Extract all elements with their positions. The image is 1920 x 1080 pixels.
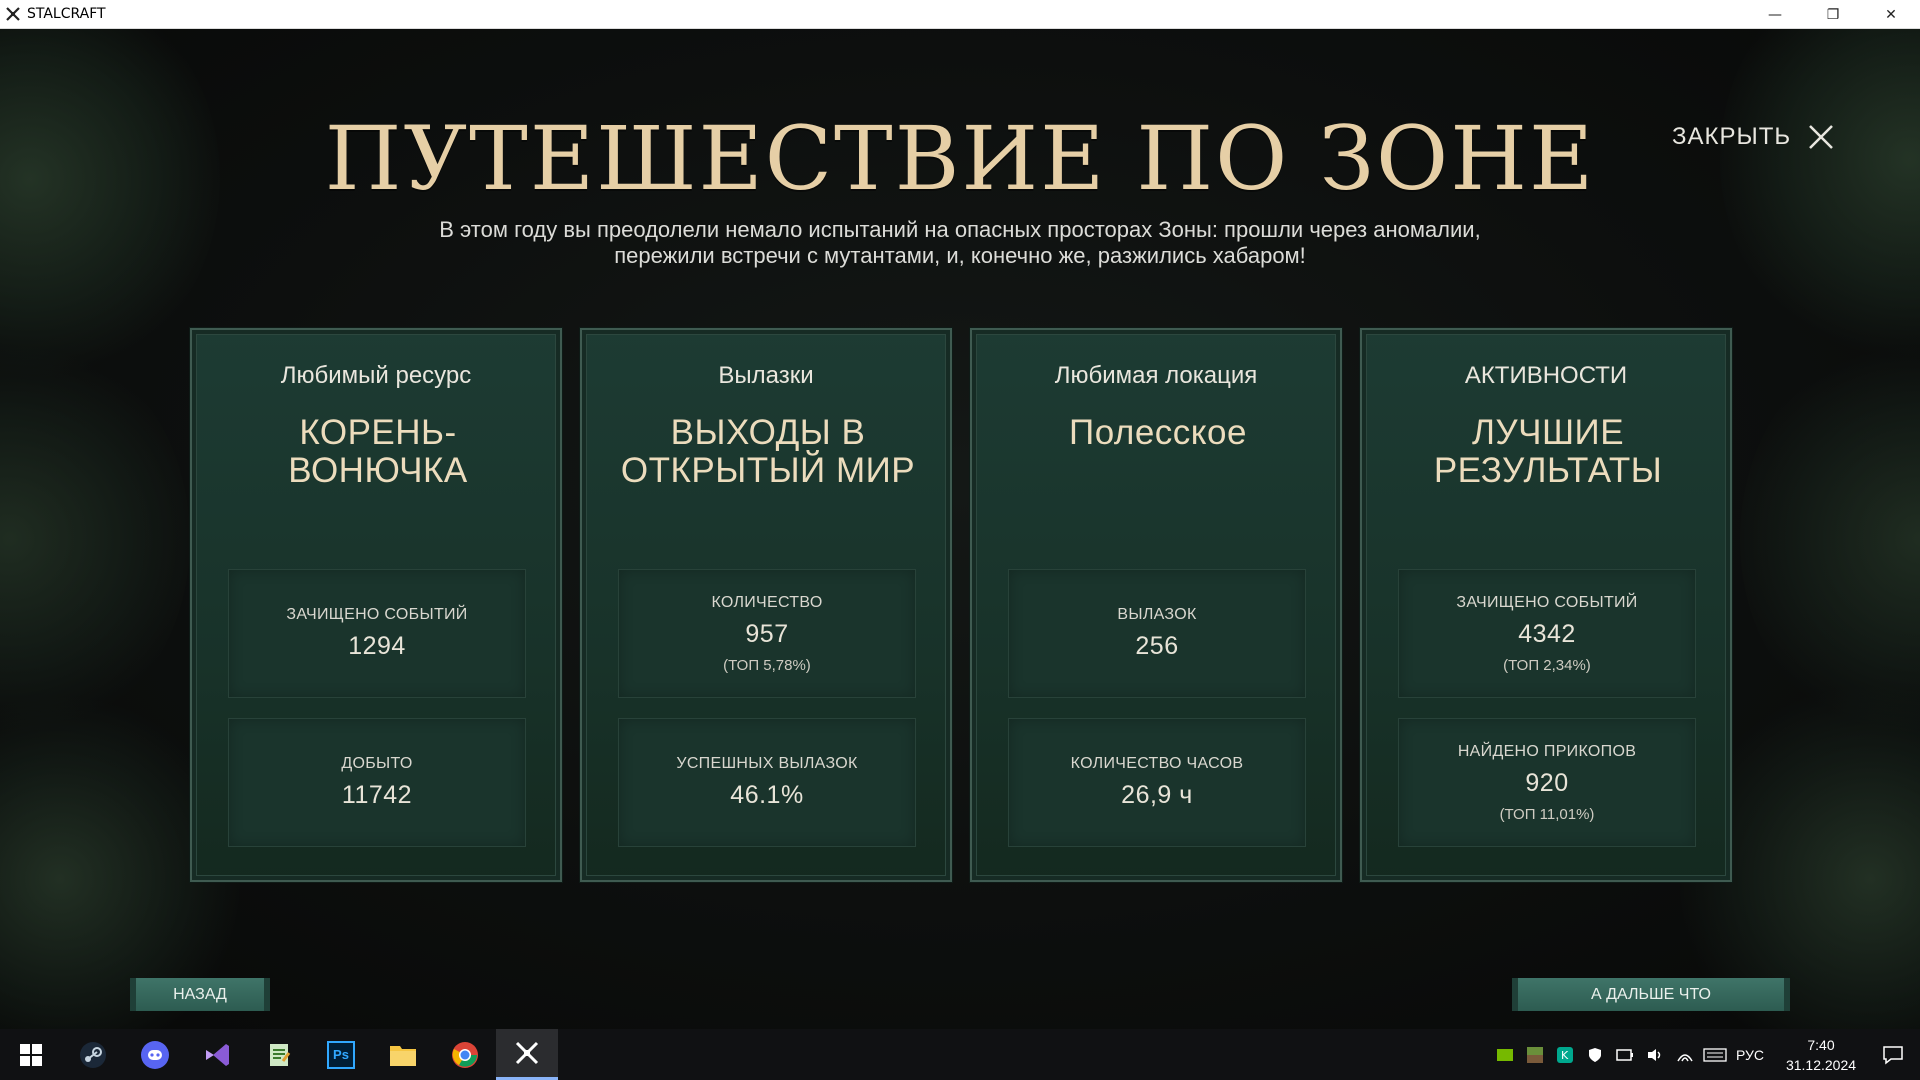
stat-rank: (ТОП 11,01%): [1499, 805, 1595, 823]
subtitle-line: В этом году вы преодолели немало испытан…: [439, 217, 1481, 242]
system-tray: K РУС 7:40 31.12.2024: [1490, 1029, 1920, 1080]
back-button[interactable]: НАЗАД: [130, 978, 270, 1011]
clock-time: 7:40: [1807, 1036, 1835, 1053]
stat-value: 1294: [348, 632, 406, 660]
stat-box: ВЫЛАЗОК 256: [1008, 569, 1306, 698]
steam-icon[interactable]: [62, 1029, 124, 1080]
card-headline: ВЫХОДЫ В ОТКРЫТЫЙ МИР: [620, 413, 916, 490]
stat-rank: (ТОП 2,34%): [1503, 656, 1591, 674]
stat-box: ДОБЫТО 11742: [228, 718, 526, 847]
stat-rank: (ТОП 5,78%): [723, 656, 811, 674]
pine-branch-decoration: [0, 329, 190, 749]
stalcraft-taskbar-icon[interactable]: [496, 1029, 558, 1080]
stat-title: НАЙДЕНО ПРИКОПОВ: [1457, 742, 1637, 760]
stat-title: ЗАЧИЩЕНО СОБЫТИЙ: [1456, 593, 1638, 611]
security-shield-icon[interactable]: [1580, 1029, 1610, 1080]
minecraft-icon[interactable]: [1520, 1029, 1550, 1080]
game-screen: ПУТЕШЕСТВИЕ ПО ЗОНЕ В этом году вы преод…: [0, 29, 1920, 1029]
stat-box: КОЛИЧЕСТВО ЧАСОВ 26,9 ч: [1008, 718, 1306, 847]
card-raids: Вылазки ВЫХОДЫ В ОТКРЫТЫЙ МИР КОЛИЧЕСТВО…: [579, 327, 953, 883]
language-indicator[interactable]: РУС: [1736, 1047, 1764, 1063]
stat-box: ЗАЧИЩЕНО СОБЫТИЙ 4342 (ТОП 2,34%): [1398, 569, 1696, 698]
stat-value: 11742: [341, 781, 413, 809]
card-headline: Полесское: [1069, 413, 1247, 452]
nvidia-icon[interactable]: [1490, 1029, 1520, 1080]
stat-title: ВЫЛАЗОК: [1117, 606, 1197, 623]
stat-title: УСПЕШНЫХ ВЫЛАЗОК: [676, 755, 858, 772]
card-activities: АКТИВНОСТИ ЛУЧШИЕ РЕЗУЛЬТАТЫ ЗАЧИЩЕНО СО…: [1359, 327, 1733, 883]
discord-icon[interactable]: [124, 1029, 186, 1080]
close-button[interactable]: ЗАКРЫТЬ: [1672, 123, 1835, 151]
close-icon: [1809, 125, 1834, 149]
close-window-button[interactable]: ✕: [1862, 0, 1920, 29]
window-titlebar: STALCRAFT — ❐ ✕: [0, 0, 1920, 29]
stats-cards: Любимый ресурс КОРЕНЬ-ВОНЮЧКА ЗАЧИЩЕНО С…: [189, 327, 1733, 883]
kaspersky-icon[interactable]: K: [1550, 1029, 1580, 1080]
card-label: Любимая локация: [1054, 362, 1258, 389]
battery-icon[interactable]: [1610, 1029, 1640, 1080]
next-button[interactable]: А ДАЛЬШЕ ЧТО: [1512, 978, 1790, 1011]
card-label: Вылазки: [718, 362, 814, 389]
minimize-button[interactable]: —: [1746, 0, 1804, 29]
stat-value: 46.1%: [730, 781, 804, 809]
stat-title: КОЛИЧЕСТВО: [711, 593, 823, 611]
stat-box: КОЛИЧЕСТВО 957 (ТОП 5,78%): [618, 569, 916, 698]
clock[interactable]: 7:40 31.12.2024: [1776, 1035, 1866, 1075]
clock-date: 31.12.2024: [1785, 1056, 1857, 1073]
card-headline: ЛУЧШИЕ РЕЗУЛЬТАТЫ: [1433, 413, 1663, 490]
card-headline: КОРЕНЬ-ВОНЮЧКА: [288, 413, 468, 490]
stat-value: 4342: [1518, 619, 1576, 648]
subtitle-line: пережили встречи с мутантами, и, конечно…: [614, 243, 1306, 268]
close-label: ЗАКРЫТЬ: [1672, 123, 1792, 150]
stat-value: 256: [1135, 632, 1179, 660]
restore-button[interactable]: ❐: [1804, 0, 1862, 29]
notification-icon[interactable]: [1866, 1029, 1920, 1080]
file-explorer-icon[interactable]: [372, 1029, 434, 1080]
stat-title: ДОБЫТО: [341, 755, 413, 772]
card-favorite-resource: Любимый ресурс КОРЕНЬ-ВОНЮЧКА ЗАЧИЩЕНО С…: [189, 327, 563, 883]
window-controls: — ❐ ✕: [1746, 0, 1920, 29]
svg-text:K: K: [1561, 1049, 1569, 1062]
window-title: STALCRAFT: [27, 6, 106, 22]
card-label: АКТИВНОСТИ: [1464, 362, 1628, 389]
card-label: Любимый ресурс: [280, 362, 472, 389]
keyboard-icon[interactable]: [1700, 1029, 1730, 1080]
stat-value: 957: [745, 619, 789, 648]
stat-value: 920: [1525, 768, 1569, 797]
page-subtitle: В этом году вы преодолели немало испытан…: [400, 217, 1520, 269]
page-title: ПУТЕШЕСТВИЕ ПО ЗОНЕ: [324, 107, 1596, 210]
stat-box: УСПЕШНЫХ ВЫЛАЗОК 46.1%: [618, 718, 916, 847]
wifi-icon[interactable]: [1670, 1029, 1700, 1080]
windows-start-icon[interactable]: [0, 1029, 62, 1080]
photoshop-icon[interactable]: Ps: [310, 1029, 372, 1080]
chrome-icon[interactable]: [434, 1029, 496, 1080]
stat-title: ЗАЧИЩЕНО СОБЫТИЙ: [286, 606, 468, 623]
visual-studio-icon[interactable]: [186, 1029, 248, 1080]
stat-box: НАЙДЕНО ПРИКОПОВ 920 (ТОП 11,01%): [1398, 718, 1696, 847]
stalcraft-app-icon: [6, 7, 20, 21]
notepad-icon[interactable]: [248, 1029, 310, 1080]
stat-box: ЗАЧИЩЕНО СОБЫТИЙ 1294: [228, 569, 526, 698]
taskbar: Ps K РУС 7:40 31.12.2024: [0, 1029, 1920, 1080]
stat-value: 26,9 ч: [1121, 781, 1193, 809]
stat-title: КОЛИЧЕСТВО ЧАСОВ: [1070, 755, 1244, 772]
volume-icon[interactable]: [1640, 1029, 1670, 1080]
card-favorite-location: Любимая локация Полесское ВЫЛАЗОК 256 КО…: [969, 327, 1343, 883]
photoshop-icon-text: Ps: [327, 1040, 355, 1069]
